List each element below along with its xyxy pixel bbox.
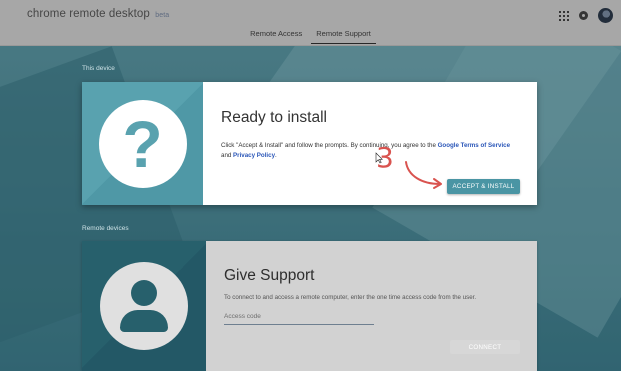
- install-illustration: ?: [82, 82, 203, 205]
- terms-of-service-link[interactable]: Google Terms of Service: [438, 142, 510, 149]
- section-this-device: This device: [82, 65, 115, 72]
- install-title: Ready to install: [221, 109, 327, 126]
- annotation-arrow-icon: [405, 161, 442, 189]
- install-description: Click "Accept & Install" and follow the …: [221, 142, 511, 159]
- access-code-input[interactable]: Access code: [224, 313, 374, 325]
- question-mark-icon: ?: [98, 99, 187, 188]
- privacy-policy-link[interactable]: Privacy Policy: [233, 152, 275, 159]
- support-card-content: Give Support To connect to and access a …: [206, 241, 537, 371]
- connect-button[interactable]: CONNECT: [450, 340, 520, 354]
- support-card: Give Support To connect to and access a …: [82, 241, 537, 371]
- support-illustration: [82, 241, 206, 371]
- accept-install-button[interactable]: ACCEPT & INSTALL: [447, 179, 520, 194]
- install-card-content: Ready to install Click "Accept & Install…: [203, 82, 537, 205]
- install-card: ? Ready to install Click "Accept & Insta…: [82, 82, 537, 205]
- section-remote-devices: Remote devices: [82, 225, 129, 232]
- mouse-cursor-icon: [375, 152, 383, 164]
- person-icon: [100, 262, 188, 350]
- support-description: To connect to and access a remote comput…: [224, 294, 477, 301]
- support-title: Give Support: [224, 267, 315, 284]
